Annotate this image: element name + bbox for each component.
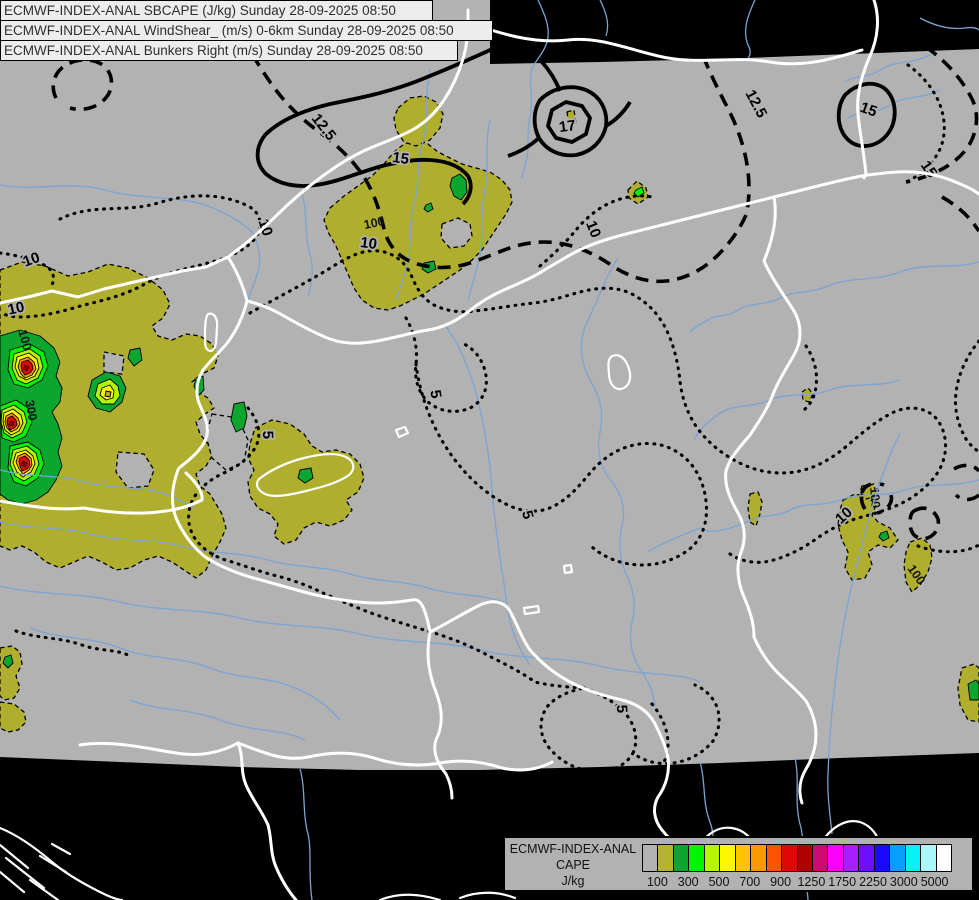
legend-swatch — [859, 845, 874, 871]
legend-swatch — [844, 845, 859, 871]
header-line-bunkers: ECMWF-INDEX-ANAL Bunkers Right (m/s) Sun… — [0, 40, 458, 61]
legend-swatch — [875, 845, 890, 871]
legend-swatch — [736, 845, 751, 871]
legend-swatch — [906, 845, 921, 871]
legend-swatch — [828, 845, 843, 871]
legend-swatch — [767, 845, 782, 871]
legend-swatch — [782, 845, 797, 871]
weather-map-screenshot: 12.5151712.51515101010101010555510010030… — [0, 0, 979, 900]
legend-tick: 500 — [709, 875, 730, 889]
legend-tick: 300 — [678, 875, 699, 889]
legend-colorbar — [642, 844, 952, 872]
legend-swatch — [813, 845, 828, 871]
contour-label-17: 17 — [558, 117, 577, 136]
legend-swatch — [689, 845, 704, 871]
legend-title: ECMWF-INDEX-ANAL CAPE J/kg — [505, 841, 641, 889]
legend-tick-labels: 100 300 500 700 900 12501750225030005000 — [642, 875, 950, 890]
legend-title-units: J/kg — [505, 873, 641, 889]
legend-title-parameter: CAPE — [505, 857, 641, 873]
legend-tick: 900 — [770, 875, 791, 889]
legend-tick: 5000 — [921, 875, 949, 889]
legend-swatch — [751, 845, 766, 871]
legend-tick: 3000 — [890, 875, 918, 889]
cape-legend: ECMWF-INDEX-ANAL CAPE J/kg 100 300 500 700 9… — [503, 836, 974, 892]
legend-swatch — [705, 845, 720, 871]
header-line-windshear: ECMWF-INDEX-ANAL WindShear_ (m/s) 0-6km … — [0, 20, 493, 41]
legend-tick: 100 — [647, 875, 668, 889]
contour-label-5: 5 — [613, 704, 630, 713]
legend-tick: 700 — [739, 875, 760, 889]
contour-label-5: 5 — [259, 430, 276, 439]
legend-swatch — [674, 845, 689, 871]
legend-swatch — [921, 845, 936, 871]
legend-tick: 1750 — [828, 875, 856, 889]
contour-label-10: 10 — [359, 234, 378, 253]
contour-label-15: 15 — [391, 149, 410, 168]
legend-tick: 2250 — [859, 875, 887, 889]
legend-title-model: ECMWF-INDEX-ANAL — [505, 841, 641, 857]
legend-swatch — [720, 845, 735, 871]
legend-swatch — [798, 845, 813, 871]
map-canvas: 12.5151712.51515101010101010555510010030… — [0, 0, 979, 900]
legend-swatch — [658, 845, 673, 871]
legend-swatch — [890, 845, 905, 871]
legend-tick: 1250 — [797, 875, 825, 889]
header-line-sbcape: ECMWF-INDEX-ANAL SBCAPE (J/kg) Sunday 28… — [0, 0, 433, 21]
legend-swatch — [937, 845, 951, 871]
legend-swatch — [643, 845, 658, 871]
